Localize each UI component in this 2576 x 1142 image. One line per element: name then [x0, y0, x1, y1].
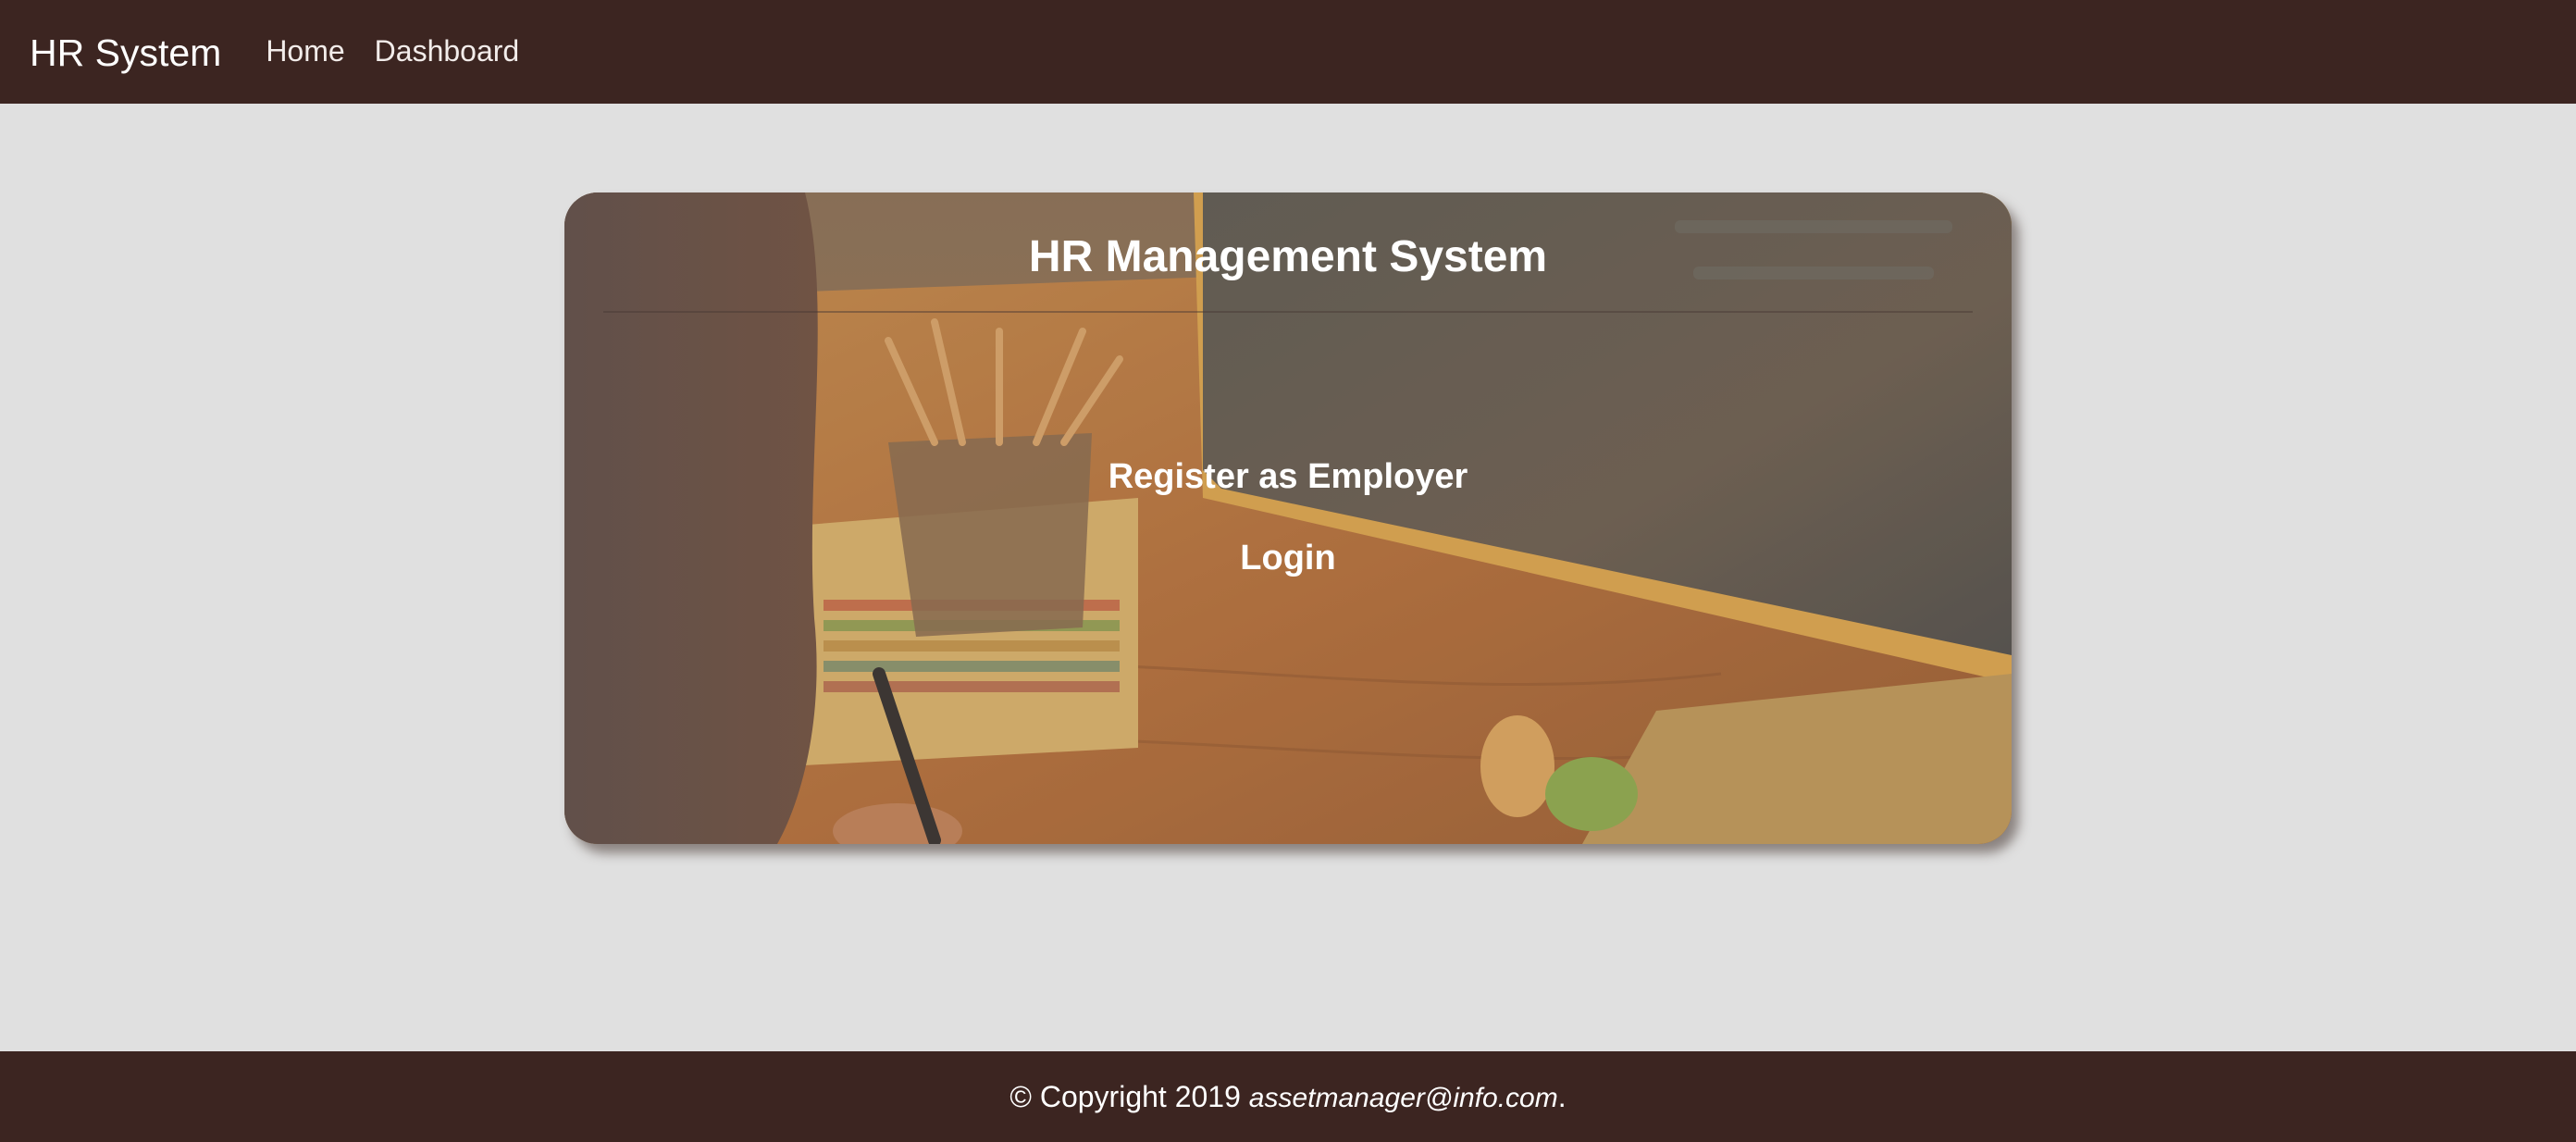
page-footer: © Copyright 2019 assetmanager@info.com. [0, 1051, 2576, 1142]
nav-dashboard-link[interactable]: Dashboard [375, 34, 520, 68]
footer-email: assetmanager@info.com [1248, 1082, 1558, 1113]
page-title: HR Management System [1028, 232, 1548, 281]
hero-card: HR Management System Register as Employe… [564, 192, 2012, 844]
hero-overlay [564, 192, 2012, 844]
copyright-text: © Copyright 2019 [1009, 1079, 1241, 1113]
nav-home-link[interactable]: Home [266, 34, 344, 68]
register-employer-link[interactable]: Register as Employer [564, 457, 2012, 497]
footer-period: . [1557, 1079, 1567, 1113]
brand-link[interactable]: HR System [30, 31, 221, 75]
top-navbar: HR System Home Dashboard [0, 0, 2576, 104]
footer-text: © Copyright 2019 assetmanager@info.com. [1009, 1080, 1566, 1114]
title-divider [603, 311, 1973, 313]
login-link[interactable]: Login [564, 539, 2012, 578]
